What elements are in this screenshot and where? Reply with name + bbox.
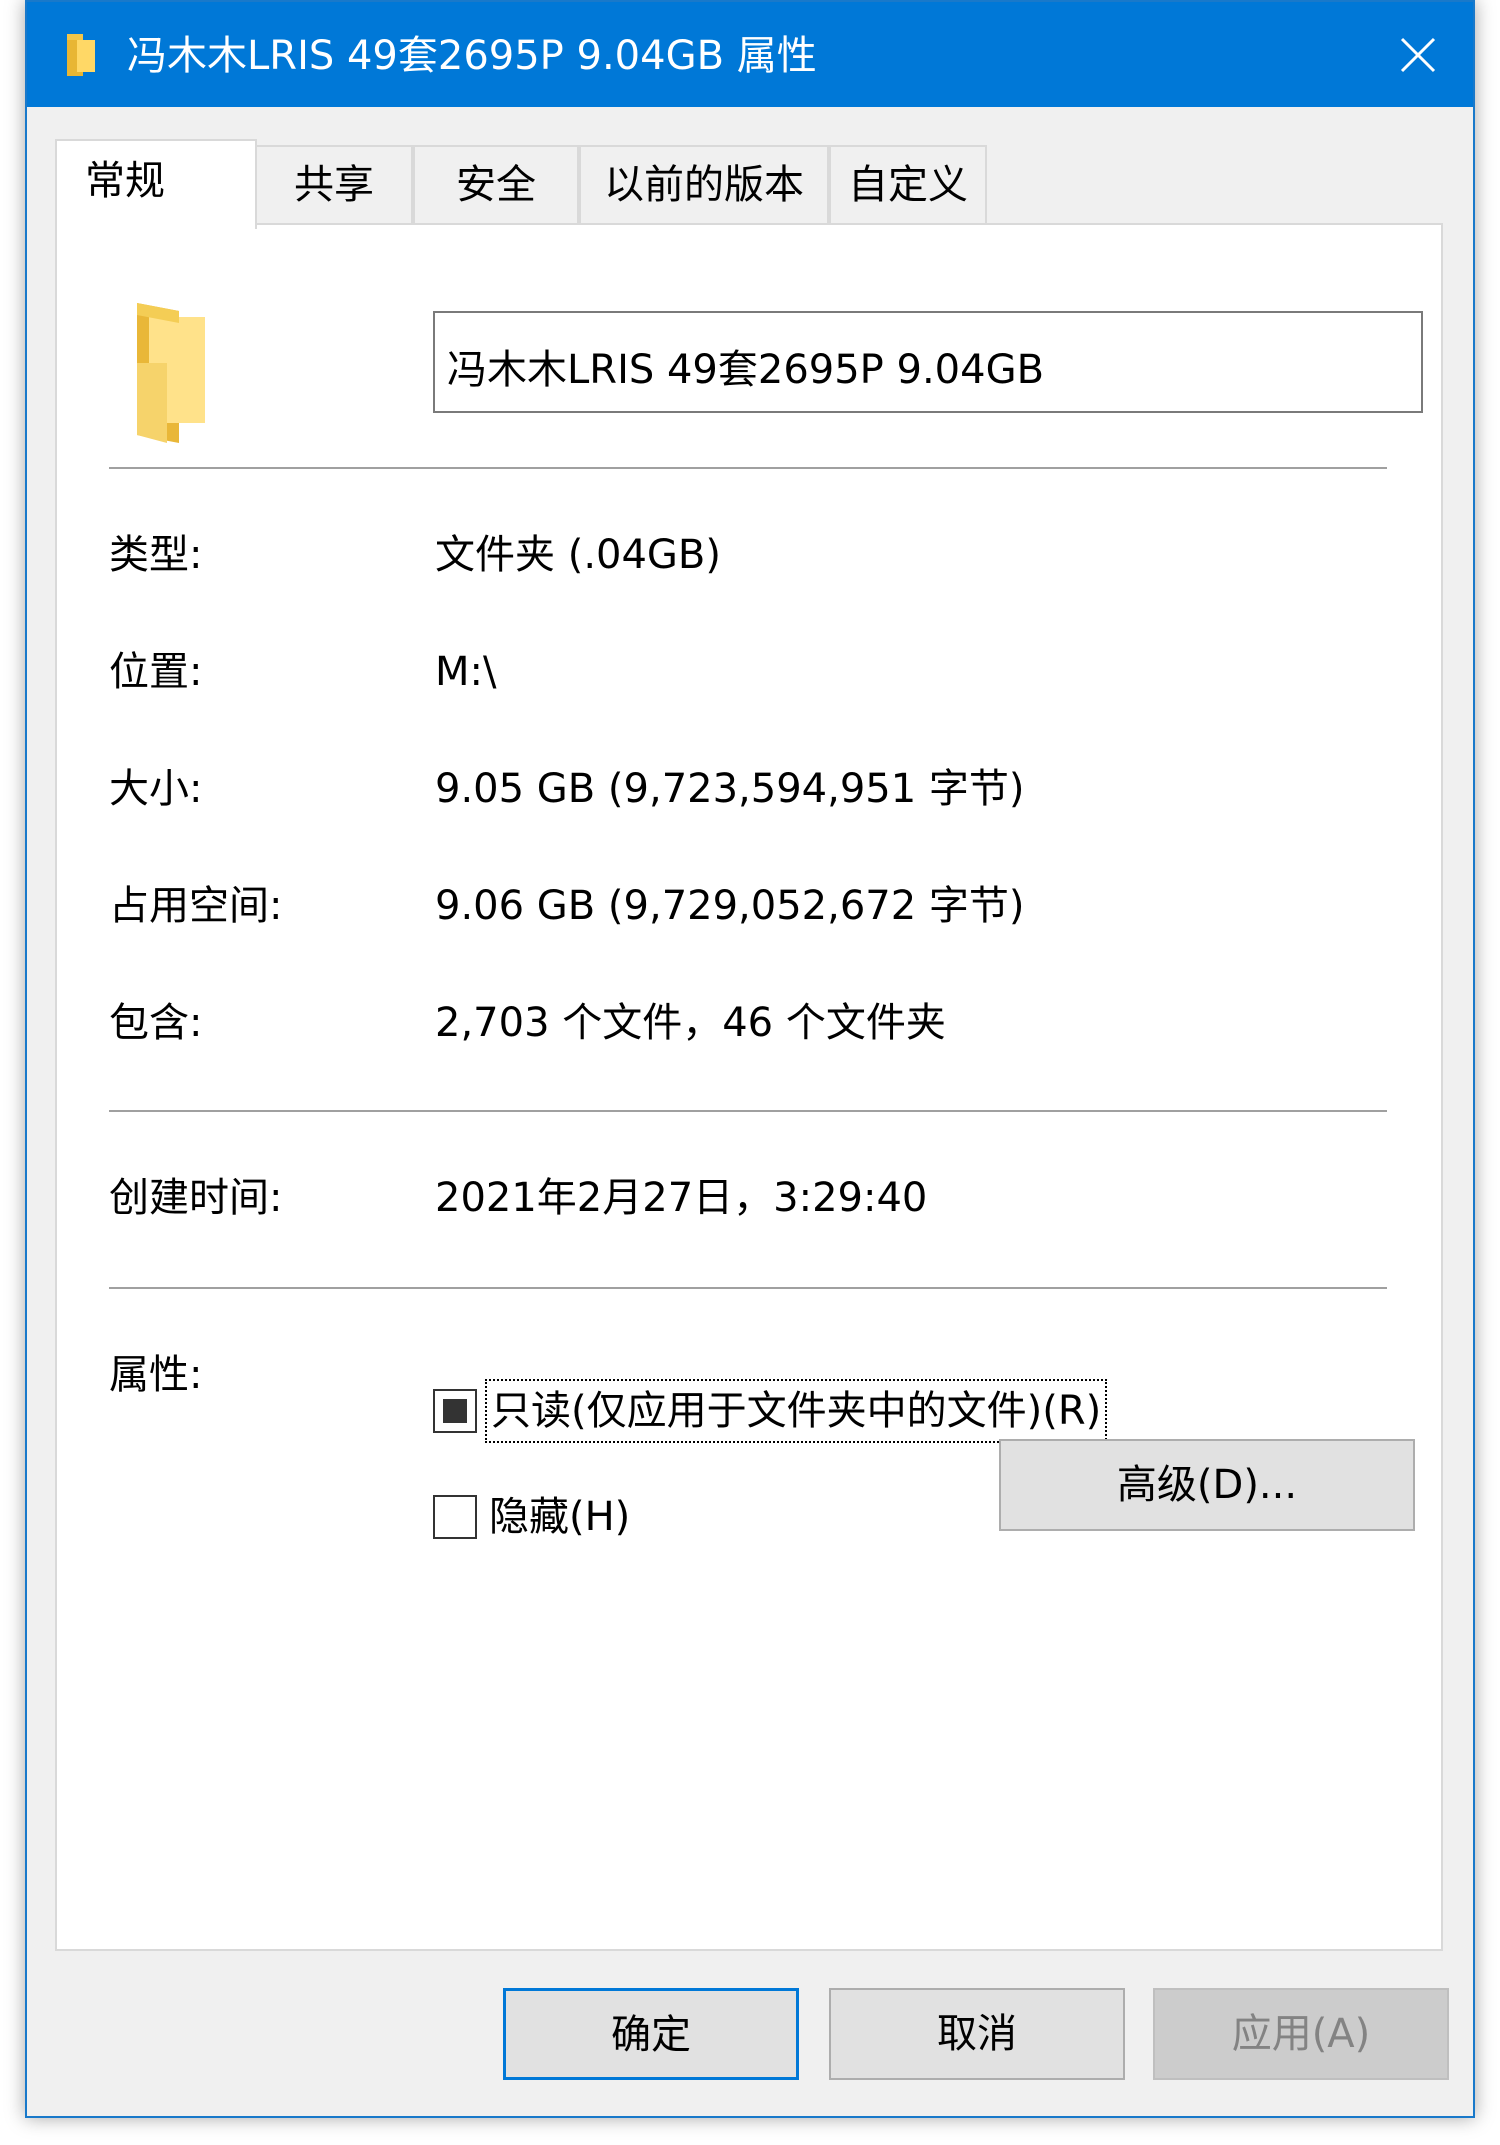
properties-window: 冯木木LRIS 49套2695P 9.04GB 属性 常规 共享 安全 以前的版…: [25, 0, 1475, 2118]
advanced-button[interactable]: 高级(D)...: [999, 1439, 1415, 1531]
location-label: 位置:: [109, 649, 203, 695]
size-on-disk-value: 9.06 GB (9,729,052,672 字节): [435, 883, 1025, 929]
size-label: 大小:: [109, 766, 203, 812]
contains-label: 包含:: [109, 1000, 203, 1046]
hidden-label[interactable]: 隐藏(H): [485, 1487, 634, 1547]
size-value: 9.05 GB (9,723,594,951 字节): [435, 766, 1025, 812]
tab-security[interactable]: 安全: [413, 145, 579, 225]
indeterminate-mark: [443, 1399, 467, 1423]
ok-button[interactable]: 确定: [503, 1988, 799, 2080]
tab-previous-versions[interactable]: 以前的版本: [579, 145, 829, 225]
tab-sharing[interactable]: 共享: [255, 145, 413, 225]
cancel-button[interactable]: 取消: [829, 1988, 1125, 2080]
readonly-checkbox[interactable]: [433, 1389, 477, 1433]
separator: [109, 1110, 1387, 1112]
type-value: 文件夹 (.04GB): [435, 532, 721, 578]
hidden-checkbox-row[interactable]: 隐藏(H): [433, 1487, 634, 1547]
separator: [109, 467, 1387, 469]
window-title: 冯木木LRIS 49套2695P 9.04GB 属性: [127, 33, 817, 79]
folder-icon: [137, 303, 205, 443]
size-on-disk-label: 占用空间:: [109, 883, 283, 929]
title-bar[interactable]: 冯木木LRIS 49套2695P 9.04GB 属性: [27, 2, 1473, 107]
tab-general[interactable]: 常规: [55, 139, 257, 229]
tab-customize[interactable]: 自定义: [829, 145, 987, 225]
created-label: 创建时间:: [109, 1175, 283, 1221]
readonly-label[interactable]: 只读(仅应用于文件夹中的文件)(R): [485, 1379, 1108, 1443]
type-label: 类型:: [109, 532, 203, 578]
folder-name-input[interactable]: [433, 311, 1423, 413]
hidden-checkbox[interactable]: [433, 1495, 477, 1539]
close-icon: [1400, 37, 1436, 72]
separator: [109, 1287, 1387, 1289]
created-value: 2021年2月27日，3:29:40: [435, 1175, 928, 1221]
attributes-label: 属性:: [109, 1352, 203, 1398]
contains-value: 2,703 个文件，46 个文件夹: [435, 1000, 946, 1046]
close-button[interactable]: [1363, 2, 1473, 107]
folder-icon: [67, 34, 95, 76]
general-panel: 类型: 文件夹 (.04GB) 位置: M:\ 大小: 9.05 GB (9,7…: [55, 223, 1443, 1951]
readonly-checkbox-row[interactable]: 只读(仅应用于文件夹中的文件)(R): [433, 1379, 1108, 1443]
location-value: M:\: [435, 649, 497, 695]
apply-button[interactable]: 应用(A): [1153, 1988, 1449, 2080]
